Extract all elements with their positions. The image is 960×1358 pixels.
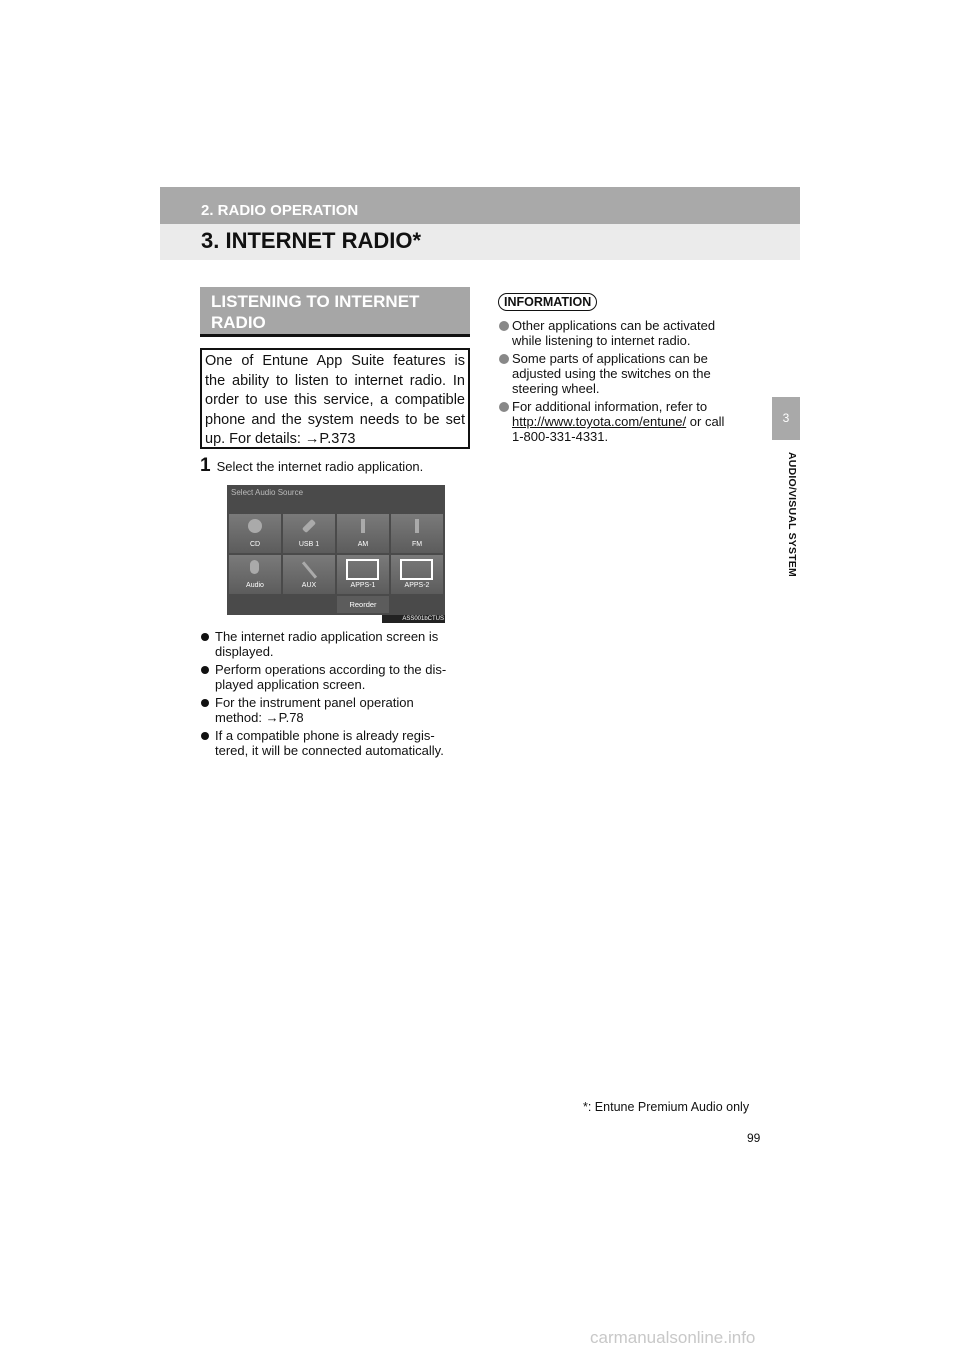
- disc-icon: [248, 519, 262, 533]
- information-list: Other applications can be activated whil…: [498, 318, 757, 447]
- chapter-title: 2. RADIO OPERATION: [201, 202, 359, 219]
- tile-aux: AUX: [283, 555, 335, 594]
- app-icon-placeholder: [346, 559, 379, 580]
- chapter-side-label: AUDIO/VISUAL SYSTEM: [786, 452, 798, 577]
- audio-source-screenshot: Select Audio Source CD USB 1 AM FM Audio…: [227, 485, 445, 615]
- tile-apps-2: APPS-2: [391, 555, 443, 594]
- step-text: Select the internet radio application.: [216, 459, 424, 474]
- list-item: If a compatible phone is already regis- …: [200, 728, 470, 758]
- chapter-tab: 3: [772, 397, 800, 440]
- section-header: 3. INTERNET RADIO*: [160, 224, 800, 260]
- reorder-button: Reorder: [337, 596, 389, 613]
- entune-link[interactable]: http://www.toyota.com/entune/: [512, 414, 686, 429]
- watermark: carmanualsonline.info: [590, 1328, 756, 1347]
- chapter-header: 2. RADIO OPERATION: [160, 187, 800, 224]
- step-1: 1 Select the internet radio application.: [200, 455, 423, 477]
- tile-bluetooth-audio: Audio: [229, 555, 281, 594]
- page-number: 99: [747, 1131, 761, 1145]
- tile-am: AM: [337, 514, 389, 553]
- list-item: The internet radio application screen is…: [200, 629, 470, 659]
- manual-page: 2. RADIO OPERATION 3. INTERNET RADIO* 3 …: [0, 0, 960, 1358]
- tile-apps-1: APPS-1: [337, 555, 389, 594]
- intro-line: One of Entune App Suite features is: [205, 353, 465, 369]
- usb-icon: [301, 518, 317, 534]
- bluetooth-icon: [250, 560, 259, 574]
- antenna-icon: [361, 519, 365, 533]
- information-badge: INFORMATION: [498, 293, 598, 311]
- tile-usb: USB 1: [283, 514, 335, 553]
- phone-number: 1-800-331-4331.: [512, 429, 609, 444]
- aux-cable-icon: [301, 561, 318, 579]
- screen-title: Select Audio Source: [231, 488, 304, 497]
- intro-line: the ability to listen to internet radio.…: [205, 372, 465, 389]
- app-icon-placeholder: [400, 559, 433, 580]
- intro-box: One of Entune App Suite features is the …: [200, 348, 470, 449]
- footnote: *: Entune Premium Audio only: [583, 1100, 750, 1114]
- intro-line: order to use this service, a compatible: [205, 392, 465, 408]
- list-item: Some parts of applications can be adjust…: [498, 351, 757, 396]
- step-number: 1: [200, 455, 211, 476]
- figure-code: ASS001bCTUS: [382, 615, 445, 623]
- step-notes: The internet radio application screen is…: [200, 629, 470, 761]
- antenna-icon: [415, 519, 419, 533]
- page-title: 3. INTERNET RADIO*: [201, 228, 422, 253]
- list-item: Perform operations according to the dis-…: [200, 662, 470, 692]
- intro-line: phone and the system needs to be set: [205, 411, 465, 428]
- tile-cd: CD: [229, 514, 281, 553]
- intro-line: up. For details: →P.373: [205, 431, 356, 447]
- tile-fm: FM: [391, 514, 443, 553]
- list-item: For additional information, refer to http…: [498, 399, 757, 444]
- subsection-heading: LISTENING TO INTERNET RADIO: [200, 287, 470, 337]
- list-item: Other applications can be activated whil…: [498, 318, 757, 348]
- list-item: For the instrument panel operation metho…: [200, 695, 470, 725]
